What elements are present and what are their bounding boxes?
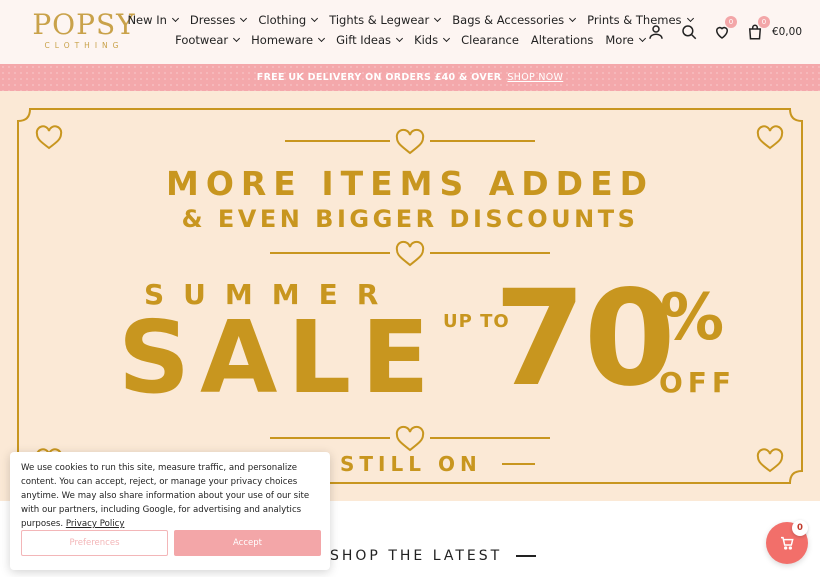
section-heading: SHOP THE LATEST <box>330 548 537 564</box>
chevron-down-icon <box>434 14 442 23</box>
account-icon[interactable] <box>646 22 666 42</box>
chevron-down-icon <box>638 34 646 43</box>
nav-item-label: Clothing <box>258 13 307 27</box>
nav-item-label: Kids <box>414 33 439 47</box>
chevron-down-icon <box>311 14 319 23</box>
hero-headline: MORE ITEMS ADDED <box>165 164 655 203</box>
section-title-rule <box>516 555 537 557</box>
hero-banner[interactable]: MORE ITEMS ADDED & EVEN BIGGER DISCOUNTS… <box>0 91 820 501</box>
heart-ornament-icon <box>395 128 425 155</box>
brand-logo[interactable]: POPSY CLOTHING <box>26 8 142 51</box>
nav-item-label: Clearance <box>461 33 519 47</box>
heart-ornament-icon <box>395 240 425 267</box>
cart-total[interactable]: €0,00 <box>772 26 802 38</box>
heart-icon[interactable]: 0 <box>712 16 737 42</box>
hero-percent-sign: % <box>660 281 725 355</box>
hero-subheadline: & EVEN BIGGER DISCOUNTS <box>181 205 639 233</box>
heart-ornament-icon <box>756 448 784 473</box>
heart-ornament-icon <box>35 125 63 150</box>
hero-off: OFF <box>659 366 737 399</box>
nav-item-more[interactable]: More <box>605 33 646 47</box>
nav-item-label: Footwear <box>175 33 229 47</box>
cookie-message: We use cookies to run this site, measure… <box>21 463 310 529</box>
promo-text: FREE UK DELIVERY ON ORDERS £40 & OVER <box>256 72 502 83</box>
chevron-down-icon <box>396 34 404 43</box>
cookie-text-block: We use cookies to run this site, measure… <box>21 461 319 531</box>
nav-row-2: Footwear Homeware Gift Ideas Kids Cleara… <box>150 30 670 50</box>
nav-item-alterations[interactable]: Alterations <box>531 33 593 47</box>
nav-item-footwear[interactable]: Footwear <box>175 33 241 47</box>
hero-still-on: STILL ON <box>340 452 482 476</box>
nav-item-kids[interactable]: Kids <box>414 33 451 47</box>
nav-item-label: Dresses <box>189 13 236 27</box>
nav-item-label: Bags & Accessories <box>452 13 565 27</box>
preferences-button[interactable]: Preferences <box>21 530 168 556</box>
hero-discount-value: 70 <box>494 262 676 416</box>
section-title: SHOP THE LATEST <box>330 548 503 564</box>
heart-ornament-icon <box>756 125 784 150</box>
chevron-down-icon <box>443 34 451 43</box>
nav-item-homeware[interactable]: Homeware <box>251 33 326 47</box>
search-icon[interactable] <box>679 22 699 42</box>
brand-sub: CLOTHING <box>44 41 124 50</box>
nav-item-label: Homeware <box>251 33 314 47</box>
floating-cart-count: 0 <box>792 520 808 536</box>
nav-item-dresses[interactable]: Dresses <box>189 13 248 27</box>
main-nav: New In Dresses Clothing Tights & Legwear… <box>127 10 694 50</box>
wishlist-count-badge: 0 <box>724 16 737 28</box>
nav-item-clearance[interactable]: Clearance <box>461 33 519 47</box>
chevron-down-icon <box>318 34 326 43</box>
header-icons: 0 0 €0,00 <box>646 16 802 44</box>
chevron-down-icon <box>569 14 577 23</box>
hero-sale: SALE <box>118 299 440 416</box>
cookie-actions: Preferences Accept <box>21 530 321 556</box>
nav-item-label: Tights & Legwear <box>329 13 430 27</box>
brand-name: POPSY <box>32 8 136 41</box>
chevron-down-icon <box>240 14 248 23</box>
heart-ornament-icon <box>395 425 425 452</box>
nav-item-label: New In <box>127 13 167 27</box>
chevron-down-icon <box>171 14 179 23</box>
cart-count-badge: 0 <box>757 16 770 28</box>
accept-button[interactable]: Accept <box>174 530 321 556</box>
chevron-down-icon <box>233 34 241 43</box>
nav-item-tights-legwear[interactable]: Tights & Legwear <box>329 13 442 27</box>
nav-item-bags-accessories[interactable]: Bags & Accessories <box>452 13 577 27</box>
nav-item-label: Gift Ideas <box>336 33 392 47</box>
privacy-policy-link[interactable]: Privacy Policy <box>66 519 125 529</box>
nav-item-label: More <box>605 33 634 47</box>
cookie-banner: We use cookies to run this site, measure… <box>10 452 330 570</box>
promo-shop-now-link[interactable]: SHOP NOW <box>507 72 563 83</box>
bag-icon[interactable]: 0 <box>745 16 770 42</box>
page: POPSY CLOTHING New In Dresses Clothing T… <box>0 0 820 577</box>
site-header: POPSY CLOTHING New In Dresses Clothing T… <box>0 0 820 64</box>
nav-row-1: New In Dresses Clothing Tights & Legwear… <box>127 10 694 30</box>
nav-item-label: Alterations <box>530 33 594 47</box>
nav-item-new-in[interactable]: New In <box>127 13 179 27</box>
nav-item-clothing[interactable]: Clothing <box>258 13 319 27</box>
cart-icon <box>781 536 794 550</box>
promo-bar: FREE UK DELIVERY ON ORDERS £40 & OVER SH… <box>0 64 820 91</box>
nav-item-gift-ideas[interactable]: Gift Ideas <box>336 33 404 47</box>
